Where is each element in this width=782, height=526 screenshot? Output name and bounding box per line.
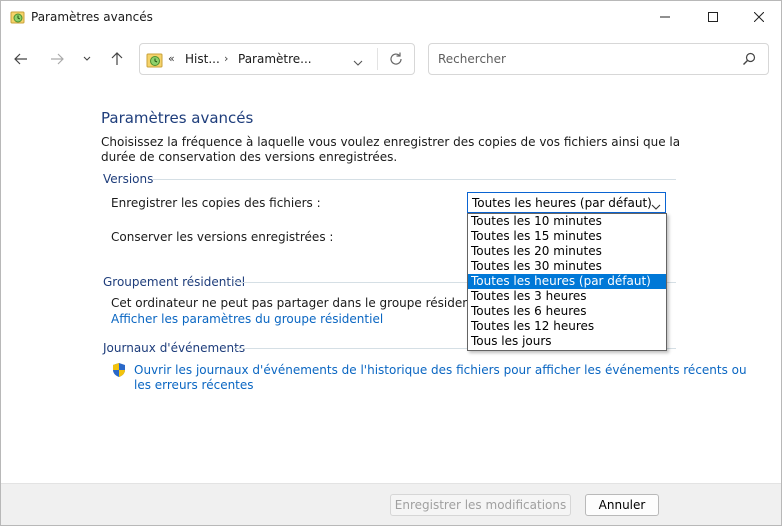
close-icon bbox=[754, 11, 764, 22]
window-title: Paramètres avancés bbox=[31, 10, 153, 24]
arrow-right-icon bbox=[51, 53, 64, 65]
search-placeholder[interactable]: Rechercher bbox=[438, 52, 506, 66]
footer-bar: Enregistrer les modifications Annuler bbox=[1, 483, 781, 525]
navigation-bar: « Hist... › Paramètre... Rechercher bbox=[1, 33, 781, 85]
file-history-app-icon bbox=[10, 9, 26, 25]
event-logs-link-line1[interactable]: Ouvrir les journaux d'événements de l'hi… bbox=[134, 363, 747, 377]
save-copies-label: Enregistrer les copies des fichiers : bbox=[111, 196, 321, 210]
chevron-down-icon bbox=[353, 60, 363, 66]
homegroup-message: Cet ordinateur ne peut pas partager dans… bbox=[111, 296, 493, 310]
section-heading-homegroup: Groupement résidentiel bbox=[103, 275, 246, 289]
address-divider bbox=[377, 48, 378, 70]
dropdown-option[interactable]: Toutes les 30 minutes bbox=[468, 259, 666, 274]
dropdown-option[interactable]: Tous les jours bbox=[468, 334, 666, 349]
settings-content: Paramètres avancés Choisissez la fréquen… bbox=[1, 85, 781, 483]
keep-versions-label: Conserver les versions enregistrées : bbox=[111, 230, 334, 244]
minimize-icon bbox=[660, 16, 670, 17]
search-box[interactable]: Rechercher bbox=[428, 43, 769, 75]
breadcrumb-separator-icon[interactable]: › bbox=[224, 52, 228, 65]
dropdown-option[interactable]: Toutes les 15 minutes bbox=[468, 229, 666, 244]
refresh-button[interactable] bbox=[388, 51, 404, 70]
refresh-icon bbox=[390, 52, 402, 65]
forward-button[interactable] bbox=[47, 51, 67, 67]
dropdown-option[interactable]: Toutes les 3 heures bbox=[468, 289, 666, 304]
event-logs-link-line2[interactable]: les erreurs récentes bbox=[134, 378, 254, 392]
dropdown-option-highlighted[interactable]: Toutes les heures (par défaut) bbox=[468, 274, 666, 289]
search-icon[interactable] bbox=[742, 52, 756, 69]
chevron-down-icon bbox=[83, 56, 91, 61]
minimize-button[interactable] bbox=[642, 1, 688, 32]
page-description: Choisissez la fréquence à laquelle vous … bbox=[101, 135, 681, 164]
breadcrumb-overflow[interactable]: « bbox=[168, 52, 175, 65]
dropdown-option[interactable]: Toutes les 12 heures bbox=[468, 319, 666, 334]
breadcrumb-item-settings[interactable]: Paramètre... bbox=[238, 52, 312, 66]
save-frequency-dropdown-list[interactable]: Toutes les 10 minutes Toutes les 15 minu… bbox=[467, 213, 667, 351]
recent-locations-button[interactable] bbox=[80, 51, 94, 67]
save-frequency-value[interactable]: Toutes les heures (par défaut) bbox=[472, 196, 652, 210]
up-button[interactable] bbox=[107, 51, 127, 67]
save-changes-button[interactable]: Enregistrer les modifications bbox=[390, 494, 571, 516]
cancel-button[interactable]: Annuler bbox=[585, 494, 659, 516]
homegroup-settings-link[interactable]: Afficher les paramètres du groupe réside… bbox=[111, 312, 383, 326]
page-title: Paramètres avancés bbox=[101, 109, 254, 127]
maximize-button[interactable] bbox=[690, 1, 736, 32]
file-history-advanced-settings-window: Paramètres avancés « Hist... › Paramètre… bbox=[0, 0, 782, 526]
arrow-left-icon bbox=[14, 53, 27, 65]
chevron-down-icon[interactable] bbox=[651, 199, 661, 213]
section-divider bbox=[153, 179, 676, 180]
save-frequency-select[interactable]: Toutes les heures (par défaut) bbox=[467, 192, 666, 213]
uac-shield-icon bbox=[111, 362, 127, 378]
breadcrumb-item-history[interactable]: Hist... bbox=[185, 52, 220, 66]
close-button[interactable] bbox=[736, 1, 782, 32]
section-heading-event-logs: Journaux d'événements bbox=[103, 341, 246, 355]
title-bar: Paramètres avancés bbox=[1, 1, 781, 33]
dropdown-option[interactable]: Toutes les 20 minutes bbox=[468, 244, 666, 259]
address-bar[interactable]: « Hist... › Paramètre... bbox=[139, 43, 415, 75]
arrow-up-icon bbox=[111, 52, 123, 65]
address-dropdown-button[interactable] bbox=[353, 55, 363, 69]
dropdown-option[interactable]: Toutes les 10 minutes bbox=[468, 214, 666, 229]
section-heading-versions: Versions bbox=[103, 172, 154, 186]
dropdown-option[interactable]: Toutes les 6 heures bbox=[468, 304, 666, 319]
back-button[interactable] bbox=[11, 51, 31, 67]
file-history-icon bbox=[146, 51, 164, 69]
maximize-icon bbox=[708, 11, 718, 22]
